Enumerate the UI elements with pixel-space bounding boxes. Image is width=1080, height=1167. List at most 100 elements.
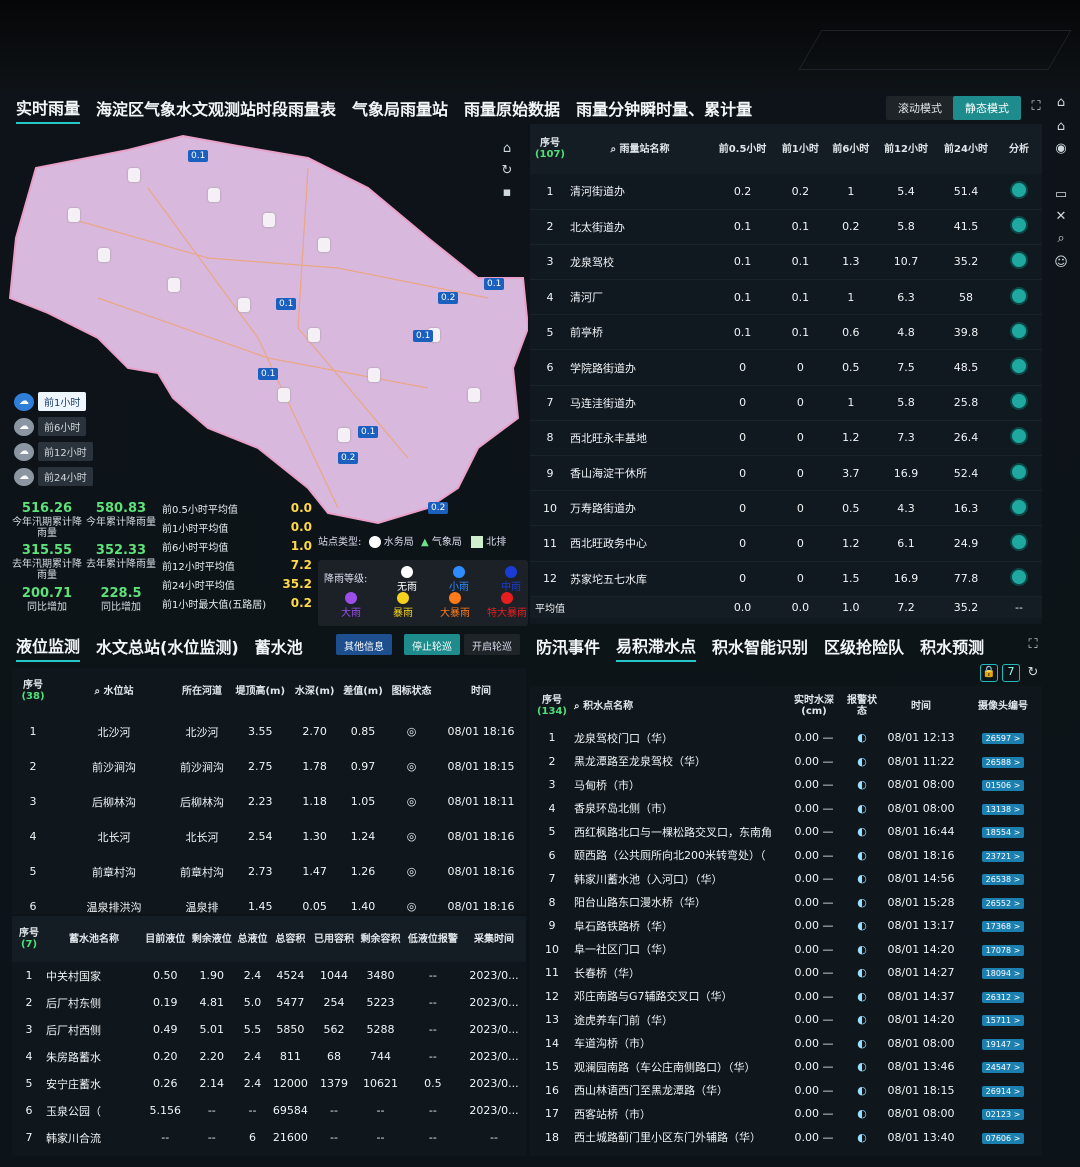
table-row[interactable]: 11 西北旺政务中心 0 0 1.2 6.1 24.9 <box>530 525 1042 562</box>
analysis-icon[interactable] <box>1010 180 1028 199</box>
col-12h[interactable]: 前12小时 <box>876 124 936 174</box>
camera-button[interactable]: 01506 > <box>964 773 1042 797</box>
camera-button[interactable]: 26538 > <box>964 867 1042 891</box>
analysis-button[interactable] <box>996 314 1042 351</box>
analysis-icon[interactable] <box>1010 392 1028 411</box>
table-row[interactable]: 11 长春桥（华） 0.00 — ◐ 08/01 14:27 18094 > <box>530 961 1042 985</box>
tab-realtime-rain[interactable]: 实时雨量 <box>16 95 81 124</box>
camera-id[interactable]: 18094 > <box>981 968 1025 980</box>
analysis-icon[interactable] <box>1010 427 1028 446</box>
table-row[interactable]: 2 后厂村东侧 0.19 4.81 5.0 5477 254 5223 -- 2023/0... <box>12 989 526 1016</box>
table-row[interactable]: 7 马连洼街道办 0 0 1 5.8 25.8 <box>530 385 1042 421</box>
map-station-pin[interactable] <box>98 248 110 262</box>
fullscreen-icon[interactable]: ⛶ <box>1027 98 1045 116</box>
table-row[interactable]: 18 西土城路蓟门里小区东门外辅路（华） 0.00 — ◐ 08/01 13:40 076… <box>530 1126 1042 1150</box>
tab-ai-recognition[interactable]: 积水智能识别 <box>712 634 808 661</box>
tab-raw-data[interactable]: 雨量原始数据 <box>464 96 560 123</box>
table-row[interactable]: 4 香泉环岛北侧（市） 0.00 — ◐ 08/01 08:00 13138 > <box>530 797 1042 821</box>
map-station-pin[interactable] <box>338 428 350 442</box>
table-row[interactable]: 6 学院路街道办 0 0 0.5 7.5 48.5 <box>530 349 1042 386</box>
period-1h[interactable]: 前1小时 <box>38 392 87 411</box>
camera-id[interactable]: 01506 > <box>981 780 1025 792</box>
table-row[interactable]: 1 北沙河 北沙河 3.55 2.70 0.85 ◎ 08/01 18:16 <box>12 714 526 749</box>
map-station-pin[interactable] <box>278 388 290 402</box>
col-1h[interactable]: 前1小时 <box>775 124 825 174</box>
camera-button[interactable]: 15711 > <box>964 1008 1042 1032</box>
table-row[interactable]: 8 西北旺永丰基地 0 0 1.2 7.3 26.4 <box>530 420 1042 457</box>
table-row[interactable]: 6 颐西路（公共厕所向北200米转弯处）（ 0.00 — ◐ 08/01 18:16 23… <box>530 844 1042 868</box>
camera-id[interactable]: 26597 > <box>981 733 1025 745</box>
analysis-icon[interactable] <box>1010 357 1028 376</box>
table-row[interactable]: 15 观澜园南路（车公庄南侧路口）（华） 0.00 — ◐ 08/01 13:46 245… <box>530 1055 1042 1079</box>
camera-button[interactable]: 19147 > <box>964 1032 1042 1056</box>
camera-id[interactable]: 26552 > <box>981 897 1025 909</box>
analysis-button[interactable] <box>996 420 1042 457</box>
camera-id[interactable]: 26588 > <box>981 756 1025 768</box>
map-station-pin[interactable] <box>68 208 80 222</box>
map-value-pin[interactable]: 0.2 <box>428 502 449 514</box>
camera-id[interactable]: 15711 > <box>981 1015 1025 1027</box>
col-0_5h[interactable]: 前0.5小时 <box>710 124 775 174</box>
table-row[interactable]: 16 西山林语西门至黑龙潭路（华） 0.00 — ◐ 08/01 18:15 26914 … <box>530 1079 1042 1103</box>
analysis-button[interactable] <box>996 244 1042 281</box>
analysis-button[interactable] <box>996 209 1042 245</box>
period-24h[interactable]: 前24小时 <box>38 467 93 486</box>
table-row[interactable]: 4 清河厂 0.1 0.1 1 6.3 58 <box>530 279 1042 316</box>
tab-pool[interactable]: 蓄水池 <box>255 634 303 661</box>
period-6h[interactable]: 前6小时 <box>38 417 87 436</box>
table-row[interactable]: 7 韩家川蓄水池（入河口）（华） 0.00 — ◐ 08/01 14:56 26538 > <box>530 867 1042 891</box>
table-row[interactable]: 1 中关村国家 0.50 1.90 2.4 4524 1044 3480 -- 2023/0... <box>12 962 526 989</box>
analysis-icon[interactable] <box>1010 497 1028 516</box>
analysis-button[interactable] <box>996 174 1042 210</box>
table-row[interactable]: 3 后柳林沟 后柳林沟 2.23 1.18 1.05 ◎ 08/01 18:11 <box>12 784 526 819</box>
side-user-icon[interactable]: ☺ <box>1052 254 1070 272</box>
map-value-pin[interactable]: 0.1 <box>484 278 505 290</box>
tab-water-forecast[interactable]: 积水预测 <box>920 634 984 661</box>
tab-level-monitor[interactable]: 液位监测 <box>16 633 81 662</box>
camera-id[interactable]: 17368 > <box>981 921 1025 933</box>
analysis-button[interactable] <box>996 385 1042 421</box>
analysis-icon[interactable] <box>1010 568 1028 587</box>
table-row[interactable]: 5 前亭桥 0.1 0.1 0.6 4.8 39.8 <box>530 314 1042 351</box>
map-value-pin[interactable]: 0.1 <box>358 426 379 438</box>
table-row[interactable]: 17 西客站桥（市） 0.00 — ◐ 08/01 08:00 02123 > <box>530 1102 1042 1126</box>
analysis-button[interactable] <box>996 349 1042 386</box>
table-row[interactable]: 1 清河街道办 0.2 0.2 1 5.4 51.4 <box>530 174 1042 210</box>
camera-button[interactable]: 07606 > <box>964 1126 1042 1150</box>
map-value-pin[interactable]: 0.1 <box>258 368 279 380</box>
table-row[interactable]: 5 西红枫路北口与一棵松路交叉口，东南角 0.00 — ◐ 08/01 16:44 185… <box>530 820 1042 844</box>
table-row[interactable]: 9 香山海淀干休所 0 0 3.7 16.9 52.4 <box>530 455 1042 492</box>
refresh-icon[interactable]: ↻ <box>1024 664 1042 682</box>
map-value-pin[interactable]: 0.2 <box>338 452 359 464</box>
table-row[interactable]: 2 黑龙潭路至龙泉驾校（华） 0.00 — ◐ 08/01 11:22 26588 > <box>530 750 1042 774</box>
camera-id[interactable]: 13138 > <box>981 803 1025 815</box>
camera-button[interactable]: 26588 > <box>964 750 1042 774</box>
table-row[interactable]: 12 苏家坨五七水库 0 0 1.5 16.9 77.8 <box>530 561 1042 597</box>
map-value-pin[interactable]: 0.2 <box>438 292 459 304</box>
table-row[interactable]: 10 万寿路街道办 0 0 0.5 4.3 16.3 <box>530 490 1042 527</box>
table-row[interactable]: 2 北太街道办 0.1 0.1 0.2 5.8 41.5 <box>530 209 1042 245</box>
analysis-button[interactable] <box>996 561 1042 597</box>
camera-button[interactable]: 26914 > <box>964 1079 1042 1103</box>
map-refresh-icon[interactable]: ↻ <box>498 162 516 180</box>
camera-id[interactable]: 02123 > <box>981 1109 1025 1121</box>
analysis-button[interactable] <box>996 525 1042 562</box>
stop-patrol-button[interactable]: 停止轮巡 <box>404 634 460 655</box>
col-6h[interactable]: 前6小时 <box>826 124 876 174</box>
col-24h[interactable]: 前24小时 <box>936 124 996 174</box>
map-station-pin[interactable] <box>308 328 320 342</box>
analysis-icon[interactable] <box>1010 462 1028 481</box>
col-point-name[interactable]: ⌕ 积水点名称 <box>574 686 782 726</box>
map-station-pin[interactable] <box>318 238 330 252</box>
map-value-pin[interactable]: 0.1 <box>276 298 297 310</box>
side-home2-icon[interactable]: ⌂ <box>1052 118 1070 136</box>
other-info-select[interactable]: 其他信息 <box>336 634 392 655</box>
camera-button[interactable]: 18094 > <box>964 961 1042 985</box>
tab-hydro-station[interactable]: 水文总站(水位监测) <box>96 634 239 661</box>
side-close-icon[interactable]: ✕ <box>1052 208 1070 226</box>
camera-id[interactable]: 18554 > <box>981 827 1025 839</box>
camera-id[interactable]: 26914 > <box>981 1085 1025 1097</box>
table-row[interactable]: 4 朱房路蓄水 0.20 2.20 2.4 811 68 744 -- 2023/0... <box>12 1043 526 1070</box>
table-row[interactable]: 10 阜一社区门口（华） 0.00 — ◐ 08/01 14:20 17078 > <box>530 938 1042 962</box>
side-chat-icon[interactable]: ▭ <box>1052 186 1070 204</box>
